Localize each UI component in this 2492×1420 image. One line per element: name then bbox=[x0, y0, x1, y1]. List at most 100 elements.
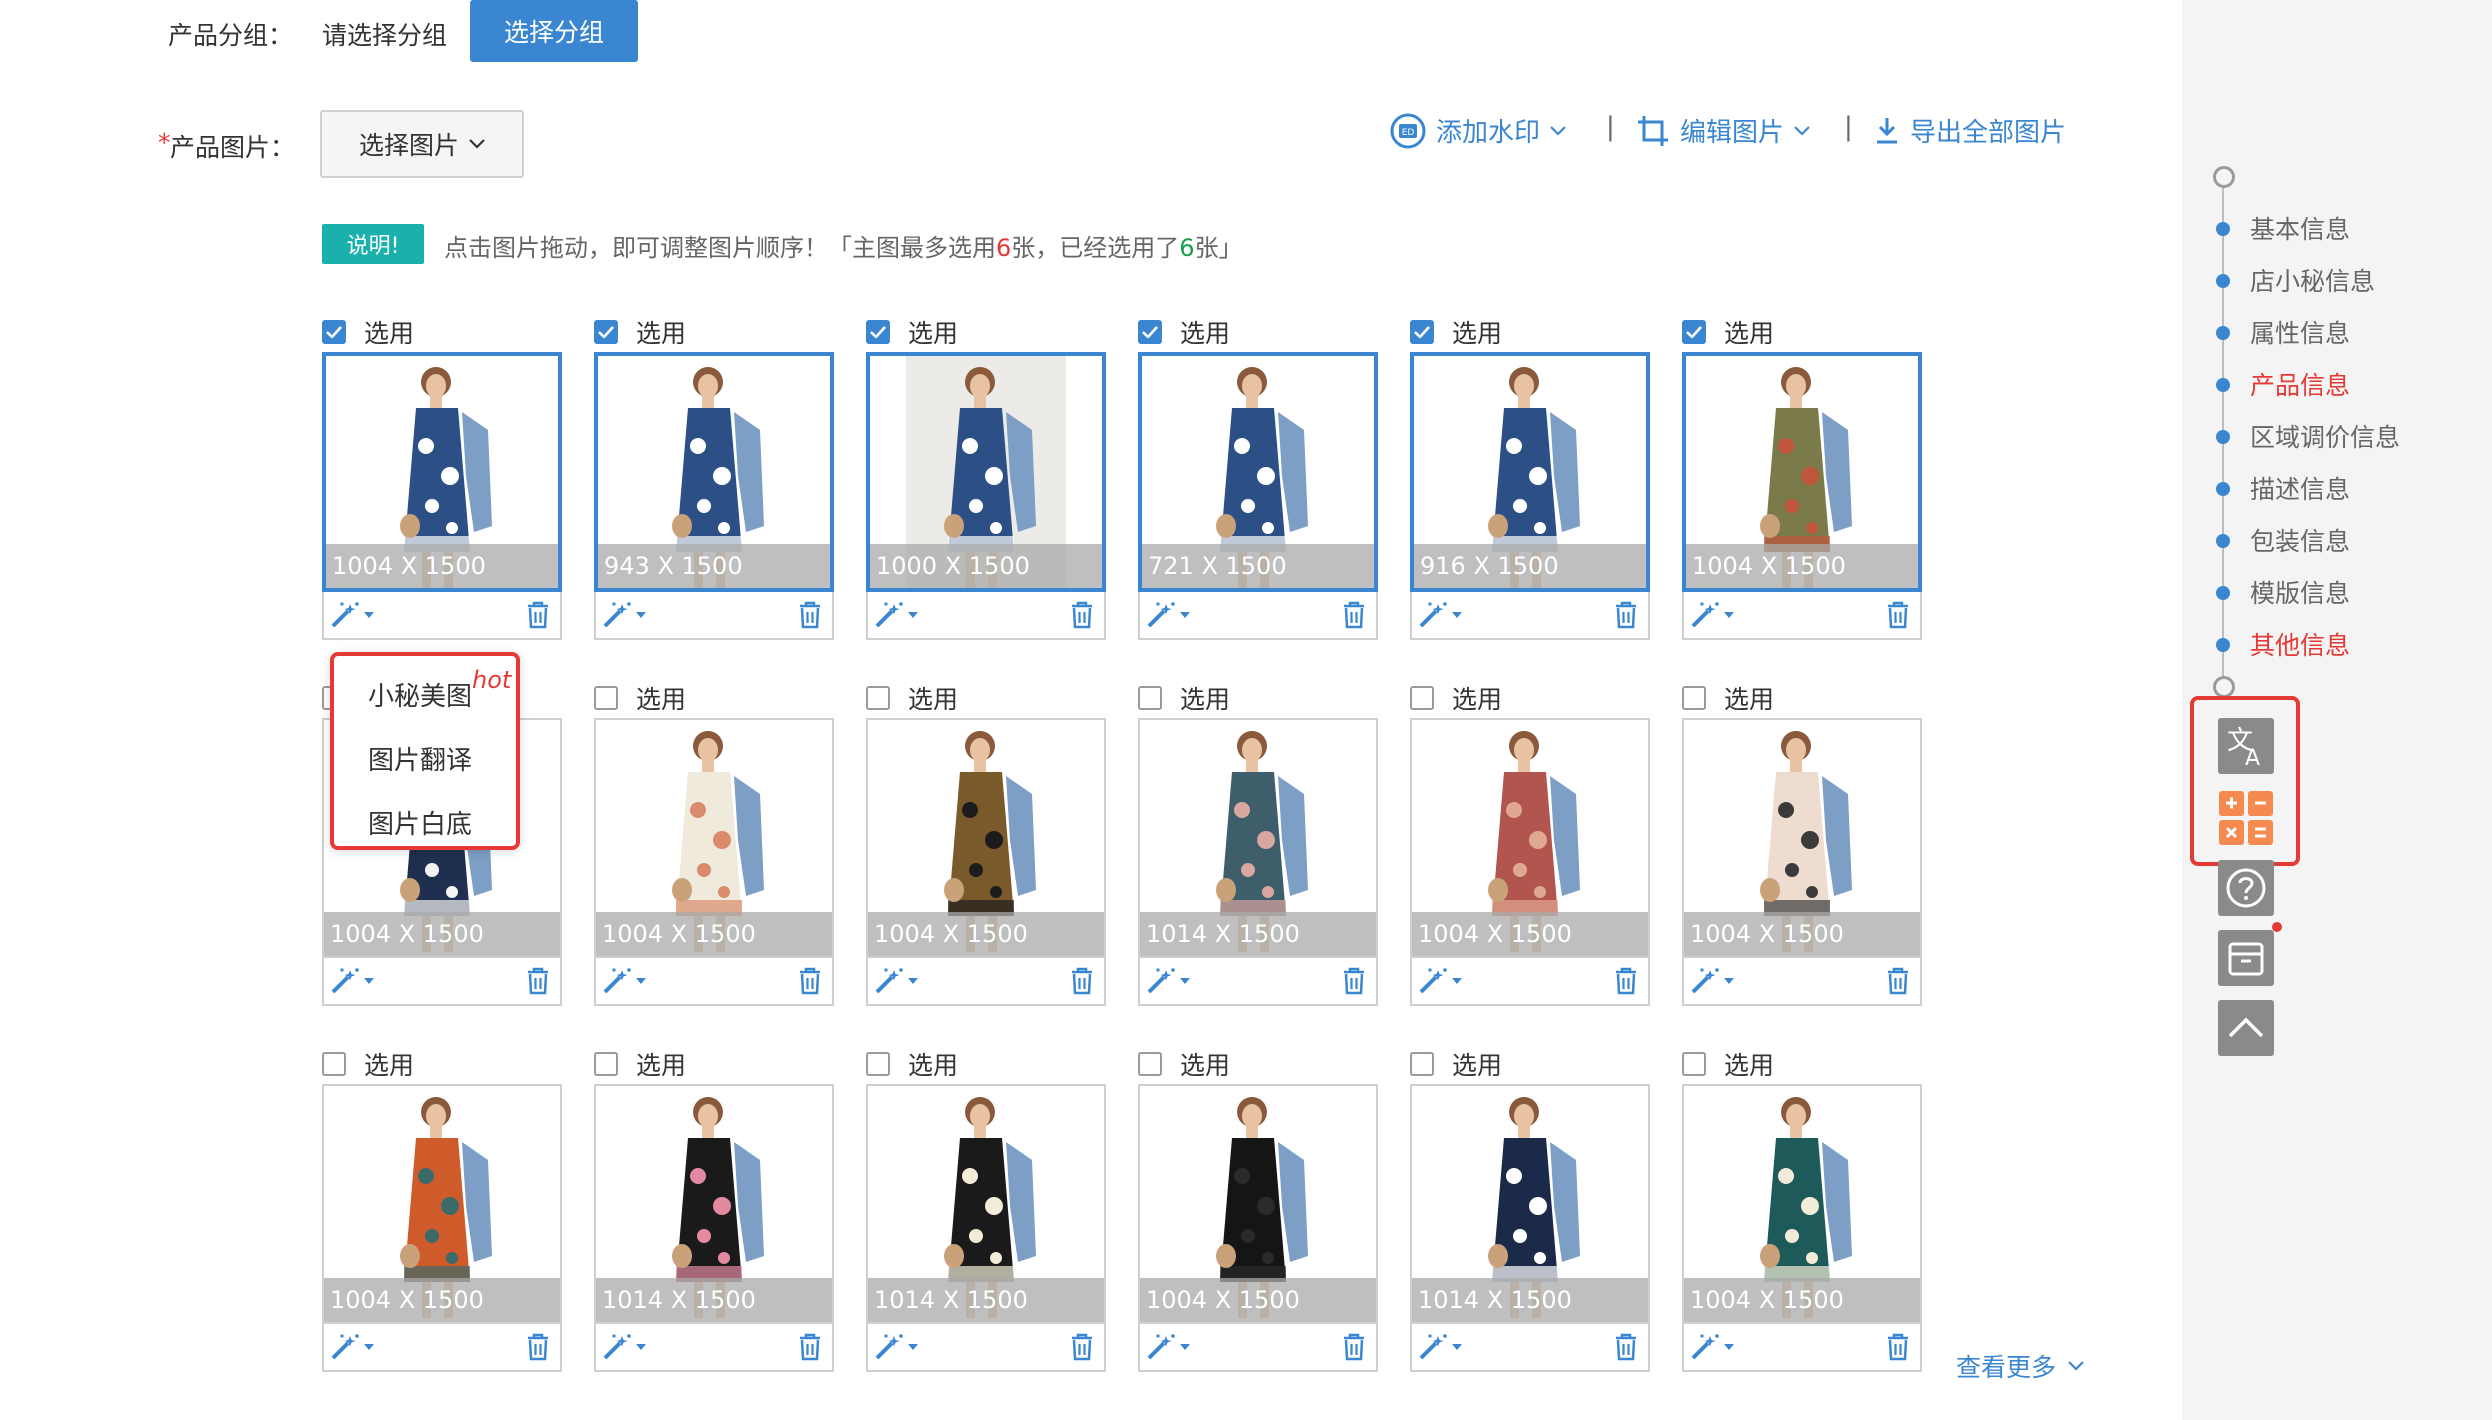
select-group-button[interactable]: 选择分组 bbox=[470, 0, 638, 62]
image-card[interactable]: 选用 1004 X 1500 bbox=[1682, 1044, 1922, 1372]
product-image-thumbnail[interactable]: 1014 X 1500 bbox=[1410, 1084, 1650, 1324]
product-image-thumbnail[interactable]: 1004 X 1500 bbox=[1682, 352, 1922, 592]
product-image-thumbnail[interactable]: 1004 X 1500 bbox=[866, 718, 1106, 958]
use-checkbox[interactable] bbox=[1682, 1052, 1706, 1076]
use-checkbox-row[interactable]: 选用 bbox=[866, 312, 1106, 352]
product-image-thumbnail[interactable]: 1004 X 1500 bbox=[1682, 1084, 1922, 1324]
use-checkbox[interactable] bbox=[594, 320, 618, 344]
product-image-thumbnail[interactable]: 1004 X 1500 bbox=[322, 352, 562, 592]
magic-wand-dropdown[interactable] bbox=[330, 967, 374, 995]
use-checkbox-row[interactable]: 选用 bbox=[1682, 1044, 1922, 1084]
use-checkbox[interactable] bbox=[866, 1052, 890, 1076]
side-nav-item[interactable]: 属性信息 bbox=[2250, 314, 2350, 350]
magic-wand-dropdown[interactable] bbox=[602, 967, 646, 995]
trash-icon[interactable] bbox=[1886, 1333, 1910, 1361]
magic-wand-dropdown[interactable] bbox=[1418, 1333, 1462, 1361]
product-image-thumbnail[interactable]: 943 X 1500 bbox=[594, 352, 834, 592]
trash-icon[interactable] bbox=[798, 601, 822, 629]
magic-wand-dropdown[interactable] bbox=[1418, 967, 1462, 995]
image-card[interactable]: 选用 1014 X 1500 bbox=[866, 1044, 1106, 1372]
use-checkbox-row[interactable]: 选用 bbox=[866, 1044, 1106, 1084]
image-card[interactable]: 选用 1004 X 1500 bbox=[1410, 678, 1650, 1006]
side-nav-item[interactable]: 产品信息 bbox=[2250, 366, 2350, 402]
use-checkbox[interactable] bbox=[594, 686, 618, 710]
trash-icon[interactable] bbox=[1886, 601, 1910, 629]
translate-tool-button[interactable]: 文A bbox=[2218, 718, 2274, 774]
product-image-thumbnail[interactable]: 1000 X 1500 bbox=[866, 352, 1106, 592]
magic-wand-dropdown[interactable] bbox=[874, 1333, 918, 1361]
image-card[interactable]: 选用 1000 X 1500 bbox=[866, 312, 1106, 640]
magic-wand-dropdown[interactable] bbox=[1146, 601, 1190, 629]
image-card[interactable]: 选用 1014 X 1500 bbox=[1410, 1044, 1650, 1372]
product-image-thumbnail[interactable]: 1004 X 1500 bbox=[322, 1084, 562, 1324]
image-card[interactable]: 选用 943 X 1500 bbox=[594, 312, 834, 640]
trash-icon[interactable] bbox=[1614, 601, 1638, 629]
trash-icon[interactable] bbox=[1886, 967, 1910, 995]
trash-icon[interactable] bbox=[1070, 601, 1094, 629]
use-checkbox-row[interactable]: 选用 bbox=[1682, 312, 1922, 352]
image-card[interactable]: 选用 1004 X 1500 bbox=[1682, 312, 1922, 640]
magic-wand-dropdown[interactable] bbox=[1690, 1333, 1734, 1361]
product-image-thumbnail[interactable]: 1014 X 1500 bbox=[1138, 718, 1378, 958]
edit-images-button[interactable]: 编辑图片 bbox=[1636, 112, 1810, 149]
use-checkbox-row[interactable]: 选用 bbox=[1410, 1044, 1650, 1084]
magic-wand-dropdown[interactable] bbox=[330, 601, 374, 629]
magic-wand-dropdown[interactable] bbox=[1146, 1333, 1190, 1361]
image-card[interactable]: 选用 1004 X 1500 bbox=[322, 312, 562, 640]
use-checkbox[interactable] bbox=[1682, 686, 1706, 710]
calculator-tool-button[interactable] bbox=[2218, 790, 2274, 846]
image-card[interactable]: 选用 1004 X 1500 bbox=[594, 678, 834, 1006]
trash-icon[interactable] bbox=[526, 1333, 550, 1361]
image-card[interactable]: 选用 721 X 1500 bbox=[1138, 312, 1378, 640]
product-image-thumbnail[interactable]: 721 X 1500 bbox=[1138, 352, 1378, 592]
side-nav-item[interactable]: 包装信息 bbox=[2250, 522, 2350, 558]
magic-wand-dropdown[interactable] bbox=[1690, 967, 1734, 995]
use-checkbox-row[interactable]: 选用 bbox=[866, 678, 1106, 718]
use-checkbox-row[interactable]: 选用 bbox=[322, 1044, 562, 1084]
use-checkbox[interactable] bbox=[1138, 320, 1162, 344]
menu-item-white-background[interactable]: 图片白底 bbox=[368, 804, 472, 841]
trash-icon[interactable] bbox=[1342, 967, 1366, 995]
use-checkbox-row[interactable]: 选用 bbox=[322, 312, 562, 352]
side-nav-item[interactable]: 店小秘信息 bbox=[2250, 262, 2375, 298]
use-checkbox[interactable] bbox=[1138, 686, 1162, 710]
image-card[interactable]: 选用 1014 X 1500 bbox=[594, 1044, 834, 1372]
use-checkbox-row[interactable]: 选用 bbox=[1410, 312, 1650, 352]
menu-item-xiaomi-meitu[interactable]: 小秘美图 bbox=[368, 676, 472, 713]
image-card[interactable]: 选用 1004 X 1500 bbox=[1682, 678, 1922, 1006]
use-checkbox[interactable] bbox=[322, 320, 346, 344]
magic-wand-dropdown[interactable] bbox=[1418, 601, 1462, 629]
magic-wand-dropdown[interactable] bbox=[602, 1333, 646, 1361]
use-checkbox[interactable] bbox=[1410, 1052, 1434, 1076]
trash-icon[interactable] bbox=[1070, 1333, 1094, 1361]
image-card[interactable]: 选用 1004 X 1500 bbox=[866, 678, 1106, 1006]
use-checkbox-row[interactable]: 选用 bbox=[594, 312, 834, 352]
select-images-button[interactable]: 选择图片 bbox=[320, 110, 524, 178]
side-nav-item[interactable]: 模版信息 bbox=[2250, 574, 2350, 610]
product-image-thumbnail[interactable]: 1004 X 1500 bbox=[1138, 1084, 1378, 1324]
side-nav-item[interactable]: 区域调价信息 bbox=[2250, 418, 2400, 454]
trash-icon[interactable] bbox=[1614, 1333, 1638, 1361]
use-checkbox[interactable] bbox=[866, 320, 890, 344]
trash-icon[interactable] bbox=[1342, 1333, 1366, 1361]
see-more-link[interactable]: 查看更多 bbox=[1956, 1348, 2084, 1384]
magic-wand-dropdown[interactable] bbox=[1146, 967, 1190, 995]
back-to-top-button[interactable] bbox=[2218, 1000, 2274, 1056]
trash-icon[interactable] bbox=[1070, 967, 1094, 995]
product-image-thumbnail[interactable]: 916 X 1500 bbox=[1410, 352, 1650, 592]
magic-wand-dropdown[interactable] bbox=[330, 1333, 374, 1361]
use-checkbox[interactable] bbox=[1410, 686, 1434, 710]
use-checkbox-row[interactable]: 选用 bbox=[1410, 678, 1650, 718]
help-tool-button[interactable] bbox=[2218, 860, 2274, 916]
use-checkbox-row[interactable]: 选用 bbox=[1138, 312, 1378, 352]
image-card[interactable]: 选用 916 X 1500 bbox=[1410, 312, 1650, 640]
use-checkbox-row[interactable]: 选用 bbox=[594, 678, 834, 718]
side-nav-item[interactable]: 其他信息 bbox=[2250, 626, 2350, 662]
use-checkbox[interactable] bbox=[866, 686, 890, 710]
side-nav-item[interactable]: 基本信息 bbox=[2250, 210, 2350, 246]
magic-wand-dropdown[interactable] bbox=[874, 967, 918, 995]
product-image-thumbnail[interactable]: 1014 X 1500 bbox=[866, 1084, 1106, 1324]
use-checkbox-row[interactable]: 选用 bbox=[594, 1044, 834, 1084]
trash-icon[interactable] bbox=[526, 601, 550, 629]
menu-item-image-translate[interactable]: 图片翻译 bbox=[368, 740, 472, 777]
